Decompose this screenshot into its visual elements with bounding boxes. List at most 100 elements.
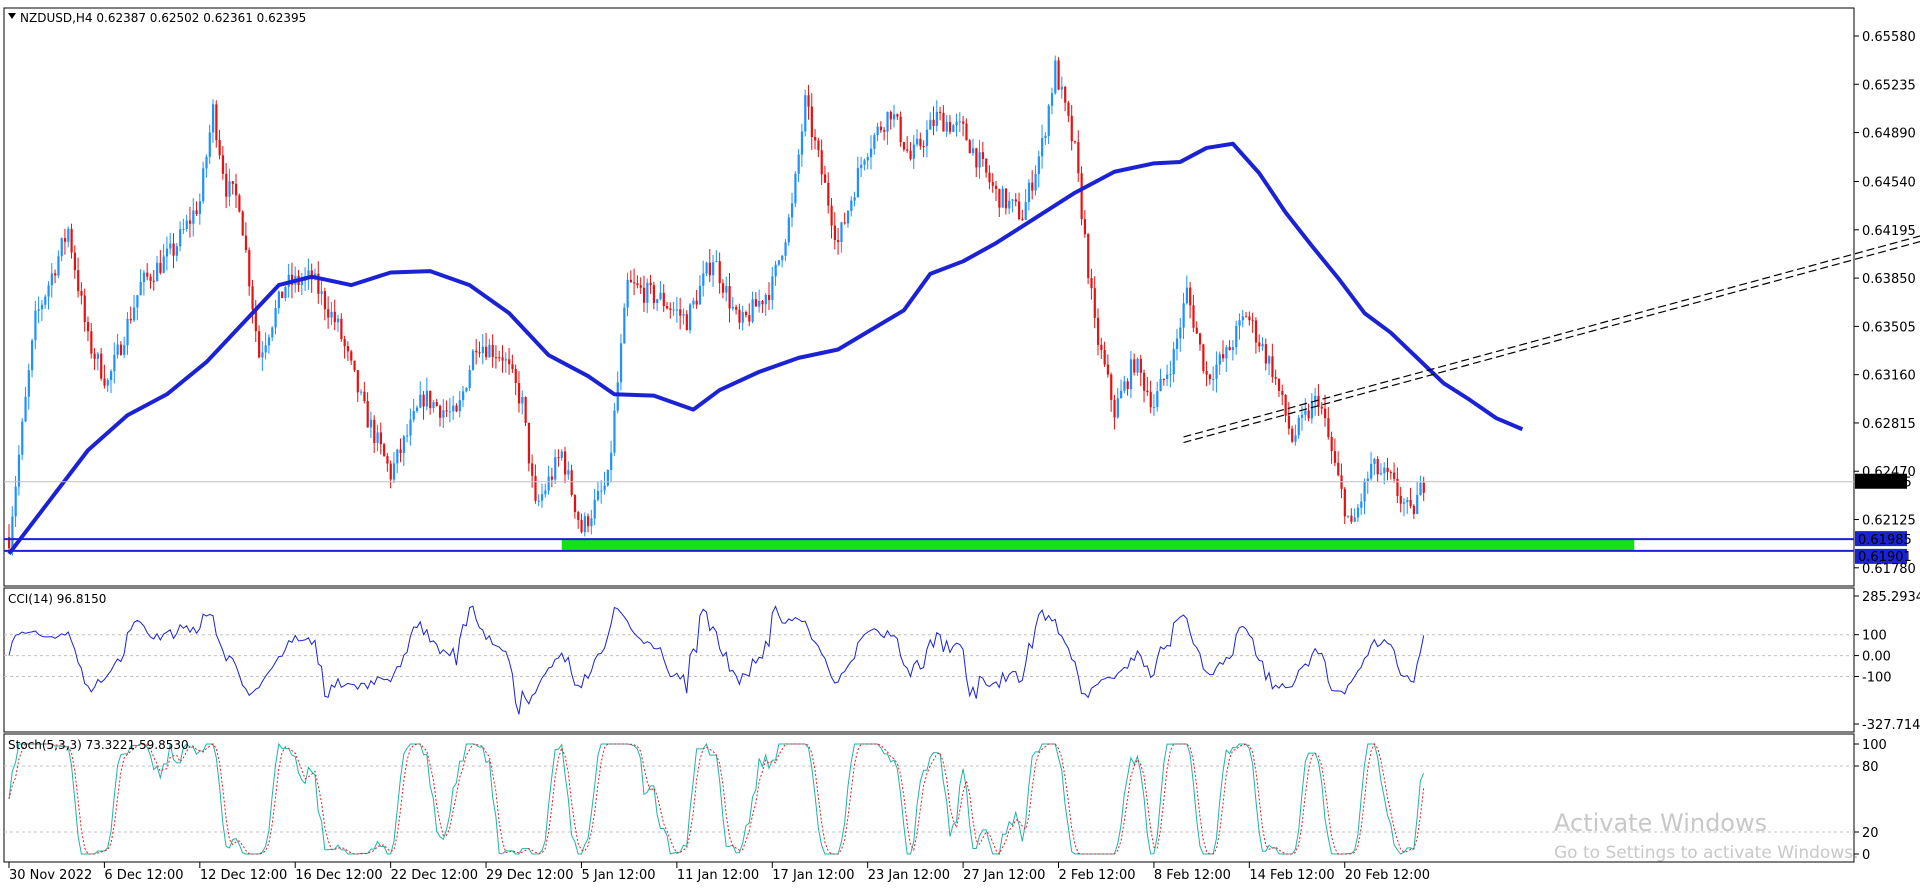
candle-body: [998, 189, 1001, 208]
candle-body: [685, 314, 688, 331]
candle-body: [1172, 348, 1175, 375]
candle-body: [781, 255, 784, 261]
candle-body: [14, 486, 17, 517]
candle-body: [353, 360, 356, 371]
candle-body: [1146, 390, 1149, 393]
candle-body: [748, 315, 751, 322]
candle-body: [925, 129, 929, 147]
candle-body: [1087, 234, 1090, 279]
candle-body: [139, 282, 142, 296]
candle-body: [735, 306, 738, 310]
candle-body: [1189, 287, 1192, 306]
candle-body: [1014, 199, 1017, 202]
candle-body: [1412, 505, 1416, 514]
candle-body: [843, 222, 846, 224]
candle-body: [1034, 173, 1037, 191]
candle-body: [1284, 394, 1287, 416]
candle-body: [902, 142, 906, 150]
candle-body: [136, 295, 139, 308]
candle-body: [524, 396, 527, 423]
candle-body: [531, 463, 534, 476]
candle-body: [452, 405, 455, 412]
candle-body: [1060, 86, 1063, 90]
price-tick-label: 0.63505: [1862, 320, 1916, 335]
candle-body: [767, 294, 771, 301]
candle-body: [1297, 417, 1300, 436]
candle-body: [93, 353, 96, 359]
support-zone-fill: [561, 539, 1635, 551]
candle-body: [429, 390, 432, 409]
candle-body: [152, 280, 155, 282]
time-tick-label: 29 Dec 12:00: [486, 868, 573, 883]
candle-body: [67, 228, 70, 242]
candle-body: [90, 331, 93, 354]
candle-body: [123, 345, 126, 355]
candle-body: [435, 402, 438, 406]
candle-body: [837, 240, 840, 243]
candle-body: [682, 314, 685, 316]
time-tick-label: 22 Dec 12:00: [391, 868, 478, 883]
candle-body: [60, 238, 63, 257]
candle-body: [771, 276, 774, 301]
candle-body: [1031, 182, 1034, 191]
candle-body: [731, 306, 734, 309]
candle-body: [1100, 344, 1103, 351]
candle-body: [817, 140, 820, 151]
candle-body: [988, 172, 991, 183]
candle-body: [481, 346, 484, 354]
candle-body: [642, 287, 646, 303]
candle-body: [57, 256, 60, 276]
candle-body: [899, 116, 902, 143]
candle-body: [978, 152, 981, 168]
candle-body: [942, 112, 945, 132]
candle-body: [646, 282, 649, 303]
candle-body: [369, 419, 373, 428]
candle-body: [807, 95, 810, 107]
candle-body: [1350, 515, 1353, 522]
candle-body: [103, 378, 106, 386]
candle-body: [616, 382, 619, 411]
candle-body: [386, 456, 389, 464]
cci-tick-label: 100: [1862, 629, 1887, 644]
candle-body: [758, 300, 761, 307]
candle-body: [922, 145, 925, 147]
candle-body: [1337, 462, 1340, 476]
candle-body: [475, 350, 478, 353]
candle-body: [422, 394, 425, 407]
time-tick-label: 23 Jan 12:00: [868, 868, 950, 883]
candle-body: [679, 309, 682, 316]
chart: 0.623950.619850.61901 285.29341000.00-10…: [0, 0, 1920, 888]
candle-body: [860, 164, 863, 169]
cci-panel: [3, 587, 1855, 733]
candle-body: [1070, 115, 1073, 142]
candle-body: [172, 243, 175, 256]
time-tick-label: 11 Jan 12:00: [677, 868, 759, 883]
candle-body: [853, 197, 856, 201]
candle-body: [185, 220, 188, 230]
candle-body: [1333, 451, 1337, 463]
time-tick-label: 14 Feb 12:00: [1249, 868, 1334, 883]
candle-body: [971, 148, 975, 154]
candle-body: [695, 300, 698, 305]
candle-body: [919, 138, 922, 146]
candle-body: [47, 285, 50, 297]
candle-body: [866, 157, 869, 161]
price-tick-label: 0.64890: [1862, 127, 1916, 142]
candle-body: [1304, 410, 1307, 415]
candle-body: [636, 283, 639, 286]
candle-body: [1277, 378, 1281, 391]
candle-body: [156, 262, 159, 282]
price-tick-label: 0.63160: [1862, 369, 1916, 384]
candle-body: [995, 185, 998, 190]
candle-body: [383, 444, 386, 457]
candle-body: [715, 261, 718, 263]
candle-body: [577, 512, 580, 520]
cci-tick-label: 285.2934: [1862, 590, 1920, 605]
candle-body: [728, 286, 731, 309]
candle-body: [462, 391, 465, 401]
candle-body: [596, 491, 600, 500]
candle-body: [340, 318, 343, 340]
time-tick-label: 6 Dec 12:00: [104, 868, 183, 883]
candle-body: [1202, 344, 1205, 372]
candle-body: [935, 111, 938, 126]
